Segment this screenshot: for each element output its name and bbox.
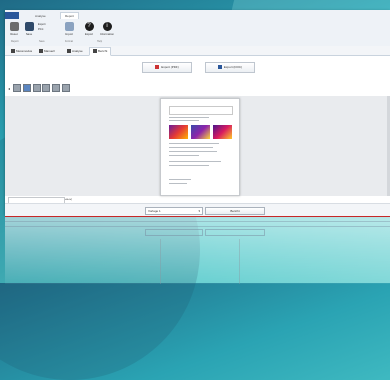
- page-thumbnail[interactable]: [12, 84, 21, 92]
- text-line: [169, 183, 187, 184]
- template-select[interactable]: Vorlage 1 ▾: [145, 207, 203, 215]
- tab-analyse[interactable]: Analyse: [35, 14, 46, 18]
- reflection-button: [205, 229, 265, 236]
- export-button[interactable]: ? Export: [82, 22, 96, 36]
- export-icon: ?: [84, 22, 94, 31]
- window-reflection: [5, 216, 390, 284]
- export-doc-label: Export (DOC): [223, 65, 243, 69]
- text-line: [169, 120, 199, 121]
- create-report-button[interactable]: Bericht: [205, 207, 265, 215]
- reset-button[interactable]: Reset: [7, 22, 21, 36]
- text-line: [169, 155, 199, 156]
- text-line: [169, 151, 217, 152]
- text-line: [169, 117, 209, 118]
- print-small-item[interactable]: Print: [38, 28, 43, 31]
- reset-label: Reset: [10, 32, 18, 36]
- grid-icon: [39, 49, 43, 54]
- thermal-image: [213, 125, 232, 139]
- report-header-box: [169, 106, 233, 115]
- page-thumbnail[interactable]: [52, 84, 61, 92]
- page-thumbnail[interactable]: [32, 84, 41, 92]
- text-line: [169, 143, 219, 144]
- export-pdf-button[interactable]: Export (PDF): [142, 62, 192, 73]
- text-line: [169, 179, 191, 180]
- report-preview-area[interactable]: [5, 96, 390, 196]
- template-select-value: Vorlage 1: [148, 209, 161, 213]
- chevron-down-icon: ▾: [198, 209, 200, 213]
- report-icon: [93, 49, 97, 54]
- export-label: Export: [84, 32, 94, 36]
- tab-bericht[interactable]: Bericht: [89, 47, 112, 56]
- text-line: [169, 147, 213, 148]
- page-thumbnail[interactable]: [22, 84, 31, 92]
- group-label-help: Help: [97, 40, 103, 43]
- save-button[interactable]: Save: [22, 22, 36, 36]
- thermal-image: [191, 125, 210, 139]
- create-report-label: Bericht: [230, 209, 240, 213]
- information-label: Information: [100, 32, 114, 36]
- footer-bar: Vorlage 1 ▾ Bericht: [5, 203, 390, 216]
- reset-icon: [9, 22, 19, 31]
- export-bar: Export (PDF) Export (DOC): [5, 56, 390, 78]
- document-tabs: Messmodus Manuell Analyse Bericht: [5, 46, 390, 56]
- page-thumbnail[interactable]: [42, 84, 51, 92]
- tab-label: Analyse: [72, 49, 83, 53]
- export-doc-button[interactable]: Export (DOC): [205, 62, 255, 73]
- page-thumbnail-strip: ◂: [8, 84, 71, 92]
- prev-arrow-icon[interactable]: ◂: [8, 86, 12, 91]
- text-line: [169, 161, 221, 162]
- information-button[interactable]: i Information: [99, 22, 115, 36]
- tab-messmodus[interactable]: Messmodus: [7, 47, 36, 56]
- group-label-save: Save: [39, 40, 45, 43]
- pdf-icon: [155, 65, 160, 70]
- page-thumbnail[interactable]: [62, 84, 71, 92]
- tab-analyse-doc[interactable]: Analyse: [63, 47, 87, 56]
- save-label: Save: [25, 32, 33, 36]
- report-page-preview: [160, 98, 240, 196]
- text-line: [169, 165, 209, 166]
- measure-icon: [11, 49, 15, 54]
- reflection-line: [5, 226, 390, 227]
- import-label: Import: [65, 32, 73, 36]
- import-icon: [64, 22, 74, 31]
- file-tab[interactable]: [5, 12, 19, 19]
- word-icon: [217, 65, 222, 70]
- export-pdf-label: Export (PDF): [161, 65, 179, 69]
- tab-report[interactable]: Report: [60, 12, 80, 19]
- tab-label: Bericht: [98, 49, 108, 53]
- info-icon: i: [102, 22, 112, 31]
- reflection-select: [145, 229, 203, 236]
- group-label-format: Format: [65, 40, 73, 43]
- thermal-image: [169, 125, 188, 139]
- application-window: Analyse Report Reset Save Export Print I…: [5, 10, 390, 216]
- tab-label: Messmodus: [16, 49, 33, 53]
- floppy-icon: [24, 22, 34, 31]
- tab-label: Manuell: [44, 49, 55, 53]
- chart-icon: [67, 49, 71, 54]
- reflection-page: [160, 239, 240, 284]
- export-small-item[interactable]: Export: [38, 23, 46, 26]
- tab-manuell[interactable]: Manuell: [35, 47, 59, 56]
- page-nav-arrows[interactable]: ◂ ▸ ▸|: [65, 197, 72, 201]
- reflection-line: [5, 221, 390, 222]
- ribbon: Analyse Report Reset Save Export Print I…: [5, 10, 390, 47]
- group-label-report: Report: [11, 40, 19, 43]
- import-button[interactable]: Import: [62, 22, 76, 36]
